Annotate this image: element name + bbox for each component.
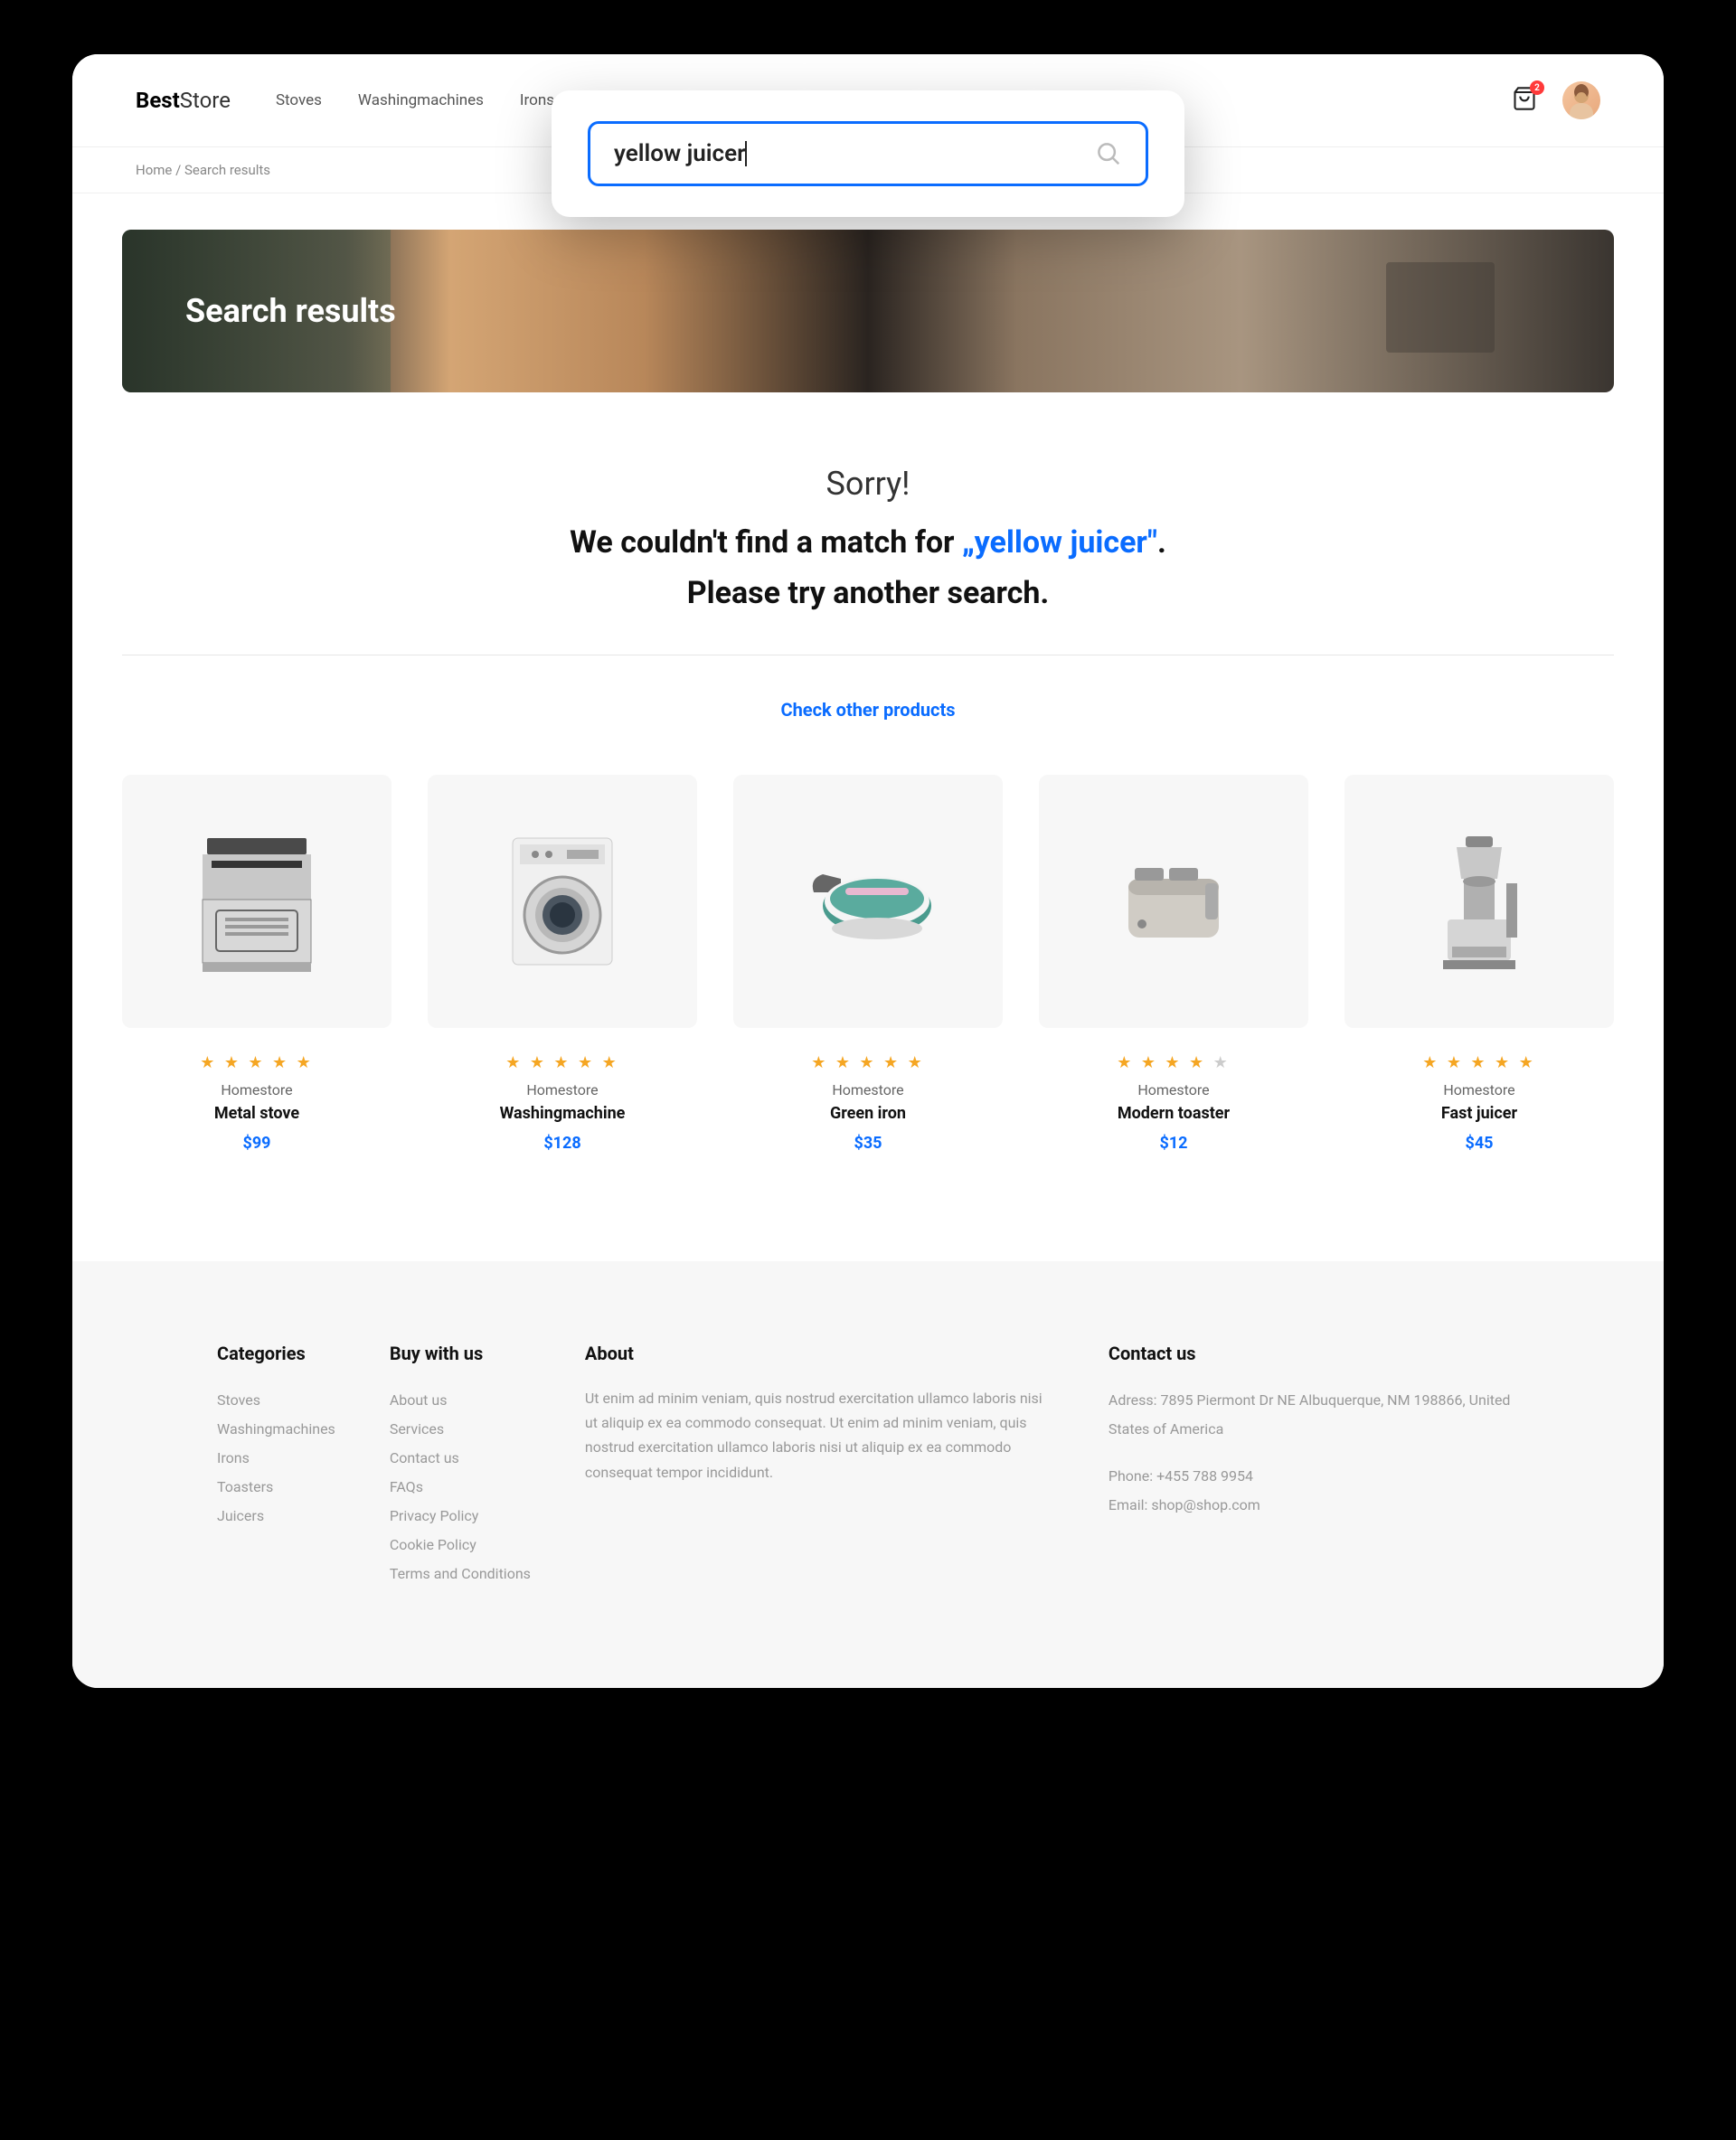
search-icon[interactable]	[1095, 140, 1122, 167]
footer-link[interactable]: Terms and Conditions	[390, 1560, 531, 1589]
footer-contact: Contact us Adress: 7895 Piermont Dr NE A…	[1109, 1343, 1519, 1589]
footer-link[interactable]: Cookie Policy	[390, 1531, 531, 1560]
footer-link[interactable]: Washingmachines	[217, 1415, 335, 1444]
text-cursor	[745, 141, 747, 166]
product-image	[1344, 775, 1614, 1028]
footer-link[interactable]: About us	[390, 1386, 531, 1415]
product-name: Modern toaster	[1039, 1104, 1308, 1123]
breadcrumb-home[interactable]: Home	[136, 162, 172, 178]
product-card[interactable]: ★ ★ ★ ★ ★ Homestore Modern toaster $12	[1039, 775, 1308, 1153]
product-name: Fast juicer	[1344, 1104, 1614, 1123]
product-grid: ★ ★ ★ ★ ★ Homestore Metal stove $99 ★ ★ …	[122, 775, 1614, 1153]
avatar[interactable]	[1562, 81, 1600, 119]
product-price: $12	[1039, 1134, 1308, 1153]
footer-link[interactable]: Toasters	[217, 1473, 335, 1502]
search-input-container[interactable]: yellow juicer	[588, 121, 1148, 186]
rating-stars: ★ ★ ★ ★ ★	[1039, 1053, 1308, 1072]
footer-buy: Buy with us About us Services Contact us…	[390, 1343, 531, 1589]
product-image	[122, 775, 392, 1028]
banner: Search results	[122, 230, 1614, 392]
footer-link[interactable]: Privacy Policy	[390, 1502, 531, 1531]
rating-stars: ★ ★ ★ ★ ★	[733, 1053, 1003, 1072]
product-image	[733, 775, 1003, 1028]
cart-badge: 2	[1530, 80, 1544, 95]
product-card[interactable]: ★ ★ ★ ★ ★ Homestore Metal stove $99	[122, 775, 392, 1153]
product-brand: Homestore	[1344, 1081, 1614, 1098]
footer: Categories Stoves Washingmachines Irons …	[72, 1261, 1664, 1688]
product-name: Metal stove	[122, 1104, 392, 1123]
footer-link[interactable]: Services	[390, 1415, 531, 1444]
footer-phone: Phone: +455 788 9954	[1109, 1462, 1519, 1491]
logo[interactable]: BestStore	[136, 88, 231, 113]
product-brand: Homestore	[122, 1081, 392, 1098]
product-price: $45	[1344, 1134, 1614, 1153]
nav-irons[interactable]: Irons	[520, 91, 554, 109]
footer-about: About Ut enim ad minim veniam, quis nost…	[585, 1343, 1054, 1589]
product-card[interactable]: ★ ★ ★ ★ ★ Homestore Green iron $35	[733, 775, 1003, 1153]
product-card[interactable]: ★ ★ ★ ★ ★ Homestore Washingmachine $128	[428, 775, 697, 1153]
check-other-link[interactable]: Check other products	[122, 699, 1614, 721]
footer-heading: Categories	[217, 1343, 335, 1364]
search-popup: yellow juicer	[552, 90, 1184, 217]
rating-stars: ★ ★ ★ ★ ★	[122, 1053, 392, 1072]
footer-heading: Buy with us	[390, 1343, 531, 1364]
nav-stoves[interactable]: Stoves	[276, 91, 322, 109]
product-card[interactable]: ★ ★ ★ ★ ★ Homestore Fast juicer $45	[1344, 775, 1614, 1153]
product-image	[428, 775, 697, 1028]
page-title: Search results	[185, 292, 396, 330]
footer-email: Email: shop@shop.com	[1109, 1491, 1519, 1520]
product-brand: Homestore	[428, 1081, 697, 1098]
footer-link[interactable]: FAQs	[390, 1473, 531, 1502]
footer-link[interactable]: Contact us	[390, 1444, 531, 1473]
footer-link[interactable]: Irons	[217, 1444, 335, 1473]
footer-heading: Contact us	[1109, 1343, 1519, 1364]
cart-button[interactable]: 2	[1512, 86, 1537, 115]
footer-heading: About	[585, 1343, 1054, 1364]
product-image	[1039, 775, 1308, 1028]
footer-link[interactable]: Stoves	[217, 1386, 335, 1415]
product-price: $35	[733, 1134, 1003, 1153]
product-brand: Homestore	[733, 1081, 1003, 1098]
product-price: $99	[122, 1134, 392, 1153]
product-name: Green iron	[733, 1104, 1003, 1123]
footer-categories: Categories Stoves Washingmachines Irons …	[217, 1343, 335, 1589]
product-price: $128	[428, 1134, 697, 1153]
footer-about-text: Ut enim ad minim veniam, quis nostrud ex…	[585, 1386, 1054, 1485]
rating-stars: ★ ★ ★ ★ ★	[1344, 1053, 1614, 1072]
rating-stars: ★ ★ ★ ★ ★	[428, 1053, 697, 1072]
search-input-text: yellow juicer	[614, 140, 745, 167]
product-name: Washingmachine	[428, 1104, 697, 1123]
no-match-text: We couldn't find a match for „yellow jui…	[122, 524, 1614, 561]
nav-washingmachines[interactable]: Washingmachines	[358, 91, 484, 109]
footer-address: Adress: 7895 Piermont Dr NE Albuquerque,…	[1109, 1386, 1519, 1444]
sorry-heading: Sorry!	[122, 465, 1614, 503]
breadcrumb-current: Search results	[184, 162, 270, 178]
footer-link[interactable]: Juicers	[217, 1502, 335, 1531]
product-brand: Homestore	[1039, 1081, 1308, 1098]
try-again-text: Please try another search.	[122, 575, 1614, 611]
